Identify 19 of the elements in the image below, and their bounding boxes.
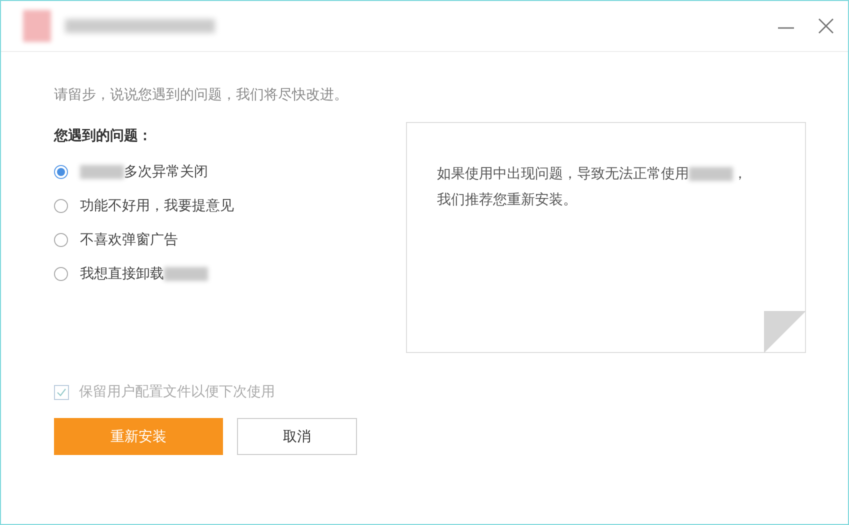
cancel-button[interactable]: 取消 <box>237 418 357 455</box>
app-logo-icon <box>23 10 51 42</box>
radio-button[interactable] <box>54 233 68 247</box>
blurred-text <box>689 167 733 181</box>
info-text: 我们推荐您重新安装。 <box>437 191 577 209</box>
checkbox-label: 保留用户配置文件以便下次使用 <box>79 383 275 401</box>
close-icon[interactable] <box>816 16 836 36</box>
prompt-text: 请留步，说说您遇到的问题，我们将尽快改进。 <box>54 86 349 104</box>
option-label[interactable]: 功能不好用，我要提意见 <box>80 197 234 215</box>
option-label[interactable]: 不喜欢弹窗广告 <box>80 231 178 249</box>
checkmark-icon <box>56 386 67 398</box>
radio-button[interactable] <box>54 267 68 281</box>
info-text: 如果使用中出现问题，导致无法正常使用 <box>437 165 689 183</box>
question-label: 您遇到的问题： <box>54 127 153 145</box>
radio-button[interactable] <box>54 199 68 213</box>
radio-button[interactable] <box>54 165 68 179</box>
option-label[interactable]: 多次异常关闭 <box>124 163 208 181</box>
option-label[interactable]: 我想直接卸载 <box>80 265 164 283</box>
comma-text: ， <box>733 165 747 183</box>
